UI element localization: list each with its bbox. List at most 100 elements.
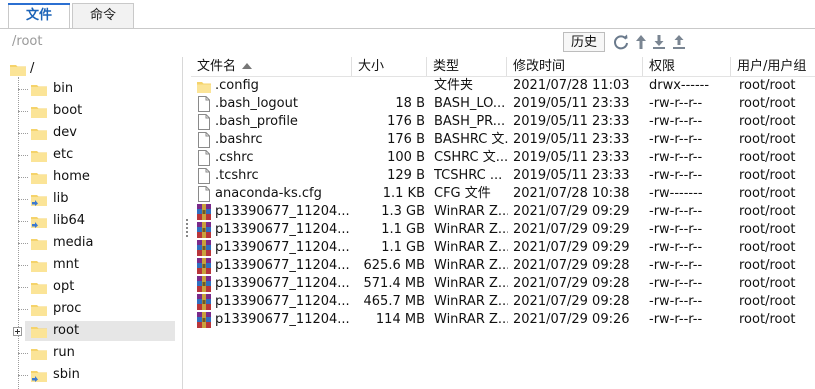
history-button[interactable]: 历史 (563, 32, 605, 52)
tree-item-label: home (53, 169, 90, 184)
tree-item-label: run (53, 345, 75, 360)
expand-icon[interactable] (13, 327, 22, 336)
file-name: .config (215, 78, 259, 93)
file-name: p13390677_11204... (215, 258, 350, 273)
download-icon[interactable] (650, 33, 668, 51)
tree-connector (18, 375, 28, 376)
column-header-label: 权限 (649, 59, 676, 74)
tree-item-label: media (53, 235, 94, 250)
winrar-archive-icon (197, 276, 211, 292)
tree-item-run[interactable]: run (25, 343, 175, 363)
tree-item-bin[interactable]: bin (25, 79, 175, 99)
file-owner: root/root (739, 258, 796, 273)
file-owner: root/root (739, 168, 796, 183)
file-mtime: 2021/07/29 09:28 (513, 276, 630, 291)
column-header-size[interactable]: 大小 (352, 57, 427, 76)
tree-connector (18, 89, 28, 90)
file-row[interactable]: p13390677_11204... 114 MB WinRAR Z... 2021/… (191, 311, 815, 329)
file-owner: root/root (739, 150, 796, 165)
tree-root-label: / (30, 61, 35, 76)
winrar-archive-icon (197, 222, 211, 238)
column-header-name[interactable]: 文件名 (191, 57, 352, 76)
file-permissions: -rw-r--r-- (649, 294, 703, 309)
file-size: 18 B (395, 96, 425, 111)
tree-item-label: dev (53, 125, 77, 140)
file-row[interactable]: .bash_profile 176 B BASH_PR... 2019/05/11 2… (191, 113, 815, 131)
tree-item-mnt[interactable]: mnt (25, 255, 175, 275)
file-name: .bash_profile (215, 114, 298, 129)
tree-item-dev[interactable]: dev (25, 123, 175, 143)
tree-item-root[interactable]: root (25, 321, 175, 341)
tree-item-label: root (53, 323, 80, 338)
column-header-owner[interactable]: 用户/用户组 (731, 57, 815, 76)
file-row[interactable]: p13390677_11204... 1.1 GB WinRAR Z... 2021/… (191, 221, 815, 239)
file-permissions: -rw-r--r-- (649, 204, 703, 219)
file-row[interactable]: .bashrc 176 B BASHRC 文... 2019/05/11 23:33 -… (191, 131, 815, 149)
path-input[interactable]: /root (12, 33, 552, 51)
file-name: p13390677_11204... (215, 276, 350, 291)
file-owner: root/root (739, 204, 796, 219)
file-owner: root/root (739, 222, 796, 237)
tree-item-opt[interactable]: opt (25, 277, 175, 297)
tree-item-boot[interactable]: boot (25, 101, 175, 121)
pane-splitter[interactable] (184, 57, 190, 389)
file-row[interactable]: .bash_logout 18 B BASH_LO... 2019/05/11 23:… (191, 95, 815, 113)
column-header-type[interactable]: 类型 (427, 57, 507, 76)
file-size: 114 MB (375, 312, 425, 327)
column-header-perm[interactable]: 权限 (643, 57, 731, 76)
tree-item-label: lib64 (53, 213, 86, 228)
tab-files[interactable]: 文件 (8, 3, 70, 28)
file-size: 1.1 GB (381, 240, 425, 255)
file-row[interactable]: anaconda-ks.cfg 1.1 KB CFG 文件 2021/07/28 10… (191, 185, 815, 203)
folder-icon (31, 261, 47, 272)
tree-item-lib64[interactable]: lib64 (25, 211, 175, 231)
tab-commands[interactable]: 命令 (72, 3, 134, 28)
file-row[interactable]: p13390677_11204... 1.1 GB WinRAR Z... 2021/… (191, 239, 815, 257)
column-header-label: 大小 (358, 59, 385, 74)
refresh-icon[interactable] (612, 33, 630, 51)
file-mtime: 2019/05/11 23:33 (513, 168, 630, 183)
file-size (351, 77, 425, 95)
tree-item-lib[interactable]: lib (25, 189, 175, 209)
file-name: p13390677_11204... (215, 222, 350, 237)
file-owner: root/root (739, 132, 796, 147)
tree-connector (18, 309, 28, 310)
file-row[interactable]: p13390677_11204... 1.3 GB WinRAR Z... 2021/… (191, 203, 815, 221)
up-directory-icon[interactable] (632, 33, 650, 51)
tree-item-label: sbin (53, 367, 80, 382)
file-owner: root/root (739, 114, 796, 129)
file-mtime: 2021/07/28 10:38 (513, 186, 630, 201)
file-row[interactable]: p13390677_11204... 571.4 MB WinRAR Z... 202… (191, 275, 815, 293)
folder-icon (31, 151, 47, 162)
column-header-label: 文件名 (197, 59, 237, 74)
tree-item-home[interactable]: home (25, 167, 175, 187)
file-row[interactable]: .tcshrc 129 B TCSHRC ... 2019/05/11 23:33 -r… (191, 167, 815, 185)
file-mtime: 2019/05/11 23:33 (513, 132, 630, 147)
upload-icon[interactable] (670, 33, 688, 51)
winrar-archive-icon (197, 258, 211, 274)
column-header-label: 用户/用户组 (737, 59, 807, 74)
file-icon (198, 150, 210, 166)
folder-icon (31, 327, 47, 338)
file-type: WinRAR Z... (434, 312, 508, 327)
winrar-archive-icon (197, 312, 211, 328)
file-mtime: 2021/07/28 11:03 (513, 78, 630, 93)
file-row[interactable]: p13390677_11204... 625.6 MB WinRAR Z... 202… (191, 257, 815, 275)
file-row[interactable]: .config 文件夹 2021/07/28 11:03 drwx------ root… (191, 77, 815, 95)
tree-item-sbin[interactable]: sbin (25, 365, 175, 385)
file-row[interactable]: p13390677_11204... 465.7 MB WinRAR Z... 202… (191, 293, 815, 311)
tree-item-media[interactable]: media (25, 233, 175, 253)
winrar-archive-icon (197, 240, 211, 256)
file-list: 文件名 大小 类型 修改时间 权限 用户/用户组 .config 文件夹 2021/… (191, 57, 815, 389)
tree-item-proc[interactable]: proc (25, 299, 175, 319)
file-name: p13390677_11204... (215, 294, 350, 309)
file-row[interactable]: .cshrc 100 B CSHRC 文... 2019/05/11 23:33 -rw… (191, 149, 815, 167)
file-permissions: -rw-r--r-- (649, 222, 703, 237)
file-type: CFG 文件 (434, 186, 491, 201)
tree-connector (18, 199, 28, 200)
tree-connector (18, 221, 28, 222)
column-header-mtime[interactable]: 修改时间 (507, 57, 643, 76)
file-type: TCSHRC ... (434, 168, 503, 183)
tree-item-etc[interactable]: etc (25, 145, 175, 165)
tree-item-label: boot (53, 103, 83, 118)
